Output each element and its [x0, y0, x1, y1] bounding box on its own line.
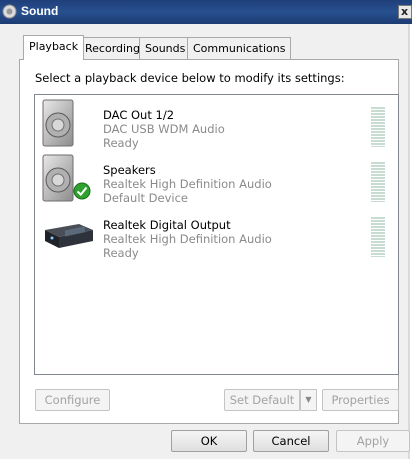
sound-app-icon — [2, 4, 17, 19]
device-item[interactable]: DAC Out 1/2 DAC USB WDM Audio Ready — [35, 98, 390, 153]
properties-button[interactable]: Properties — [322, 389, 399, 411]
title-bar: Sound x — [0, 0, 412, 24]
close-button[interactable]: x — [398, 5, 412, 19]
volume-meter — [371, 217, 385, 257]
digital-output-device-icon — [45, 224, 93, 248]
device-item[interactable]: Realtek Digital Output Realtek High Defi… — [35, 208, 390, 263]
device-description: DAC USB WDM Audio — [103, 122, 225, 136]
instruction-text: Select a playback device below to modify… — [35, 71, 345, 85]
volume-meter — [371, 162, 385, 202]
window-title: Sound — [21, 4, 59, 18]
device-status: Default Device — [103, 191, 189, 205]
device-name: Realtek Digital Output — [103, 218, 231, 232]
cancel-button[interactable]: Cancel — [253, 430, 329, 452]
device-status: Ready — [103, 136, 139, 150]
speaker-icon — [42, 99, 74, 147]
tab-sounds[interactable]: Sounds — [139, 37, 192, 59]
apply-button[interactable]: Apply — [336, 430, 410, 452]
chevron-down-icon: ▼ — [305, 395, 312, 404]
volume-meter — [371, 107, 385, 147]
default-device-check-icon — [73, 182, 91, 200]
set-default-dropdown-button[interactable]: ▼ — [300, 389, 317, 411]
device-name: DAC Out 1/2 — [103, 108, 175, 122]
tab-communications[interactable]: Communications — [187, 37, 292, 59]
device-item[interactable]: Speakers Realtek High Definition Audio D… — [35, 153, 390, 208]
tab-playback[interactable]: Playback — [23, 35, 85, 60]
configure-button[interactable]: Configure — [35, 389, 110, 411]
device-description: Realtek High Definition Audio — [103, 232, 272, 246]
ok-button[interactable]: OK — [171, 430, 247, 452]
device-description: Realtek High Definition Audio — [103, 177, 272, 191]
set-default-button[interactable]: Set Default — [224, 389, 300, 411]
tab-recording[interactable]: Recording — [79, 37, 147, 59]
device-list[interactable]: DAC Out 1/2 DAC USB WDM Audio Ready Spea… — [34, 94, 399, 375]
device-status: Ready — [103, 246, 139, 260]
device-name: Speakers — [103, 163, 156, 177]
